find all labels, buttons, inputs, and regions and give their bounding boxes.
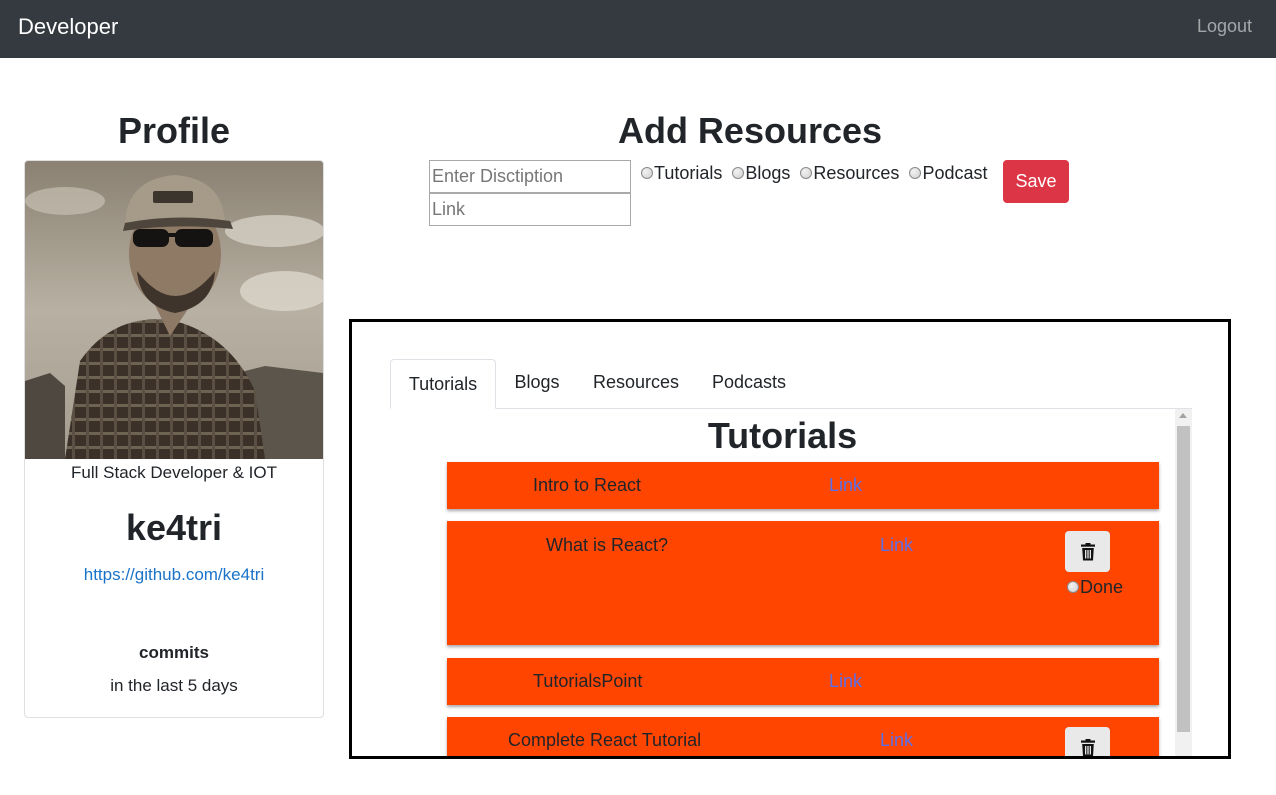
commits-label: commits bbox=[139, 643, 209, 662]
scrollbar[interactable] bbox=[1175, 409, 1192, 756]
radio-podcast[interactable]: Podcast bbox=[909, 163, 987, 184]
description-input[interactable] bbox=[429, 160, 631, 193]
profile-subtitle: Full Stack Developer & IOT bbox=[71, 463, 277, 482]
resource-title: What is React? bbox=[546, 535, 669, 555]
done-label: Done bbox=[1080, 577, 1124, 597]
tab-podcasts[interactable]: Podcasts bbox=[702, 359, 796, 406]
profile-username: ke4tri bbox=[125, 507, 223, 548]
resource-link[interactable]: Link bbox=[880, 730, 913, 751]
resource-title: Complete React Tutorial bbox=[508, 730, 702, 750]
link-input[interactable] bbox=[429, 193, 631, 226]
section-title: Tutorials bbox=[707, 415, 858, 456]
resource-card: What is React? Link Done bbox=[447, 521, 1159, 645]
radio-label: Podcast bbox=[922, 163, 988, 183]
trash-icon bbox=[1080, 542, 1095, 560]
radio-button[interactable] bbox=[732, 166, 745, 179]
trash-icon bbox=[1080, 738, 1095, 756]
brand-link[interactable]: Developer bbox=[18, 14, 118, 40]
radio-label: Resources bbox=[813, 163, 900, 183]
resources-panel: Tutorials Blogs Resources Podcasts Tutor… bbox=[349, 319, 1231, 759]
radio-button[interactable] bbox=[1067, 580, 1079, 593]
tab-blogs[interactable]: Blogs bbox=[504, 359, 570, 406]
resource-card: Complete React Tutorial Link bbox=[447, 717, 1159, 756]
radio-label: Blogs bbox=[745, 163, 791, 183]
delete-button[interactable] bbox=[1065, 531, 1110, 572]
navbar: Developer Logout bbox=[0, 0, 1276, 58]
tab-content: Tutorials Intro to React Link What is Re… bbox=[390, 409, 1192, 756]
profile-card: Full Stack Developer & IOT ke4tri https:… bbox=[24, 160, 324, 718]
resource-card: Intro to React Link bbox=[447, 462, 1159, 509]
resource-card: TutorialsPoint Link bbox=[447, 658, 1159, 705]
github-link[interactable]: https://github.com/ke4tri bbox=[25, 565, 323, 585]
radio-blogs[interactable]: Blogs bbox=[732, 163, 790, 184]
logout-link[interactable]: Logout bbox=[1197, 16, 1252, 37]
radio-button[interactable] bbox=[800, 166, 813, 179]
save-button[interactable]: Save bbox=[1003, 160, 1069, 203]
radio-button[interactable] bbox=[909, 166, 922, 179]
scroll-up-arrow-icon[interactable] bbox=[1179, 413, 1187, 418]
user-photo bbox=[25, 161, 323, 459]
done-radio[interactable]: Done bbox=[1067, 577, 1123, 598]
radio-resources[interactable]: Resources bbox=[800, 163, 899, 184]
tab-tutorials[interactable]: Tutorials bbox=[390, 359, 496, 409]
resource-title: Intro to React bbox=[533, 475, 642, 495]
radio-button[interactable] bbox=[641, 166, 653, 179]
resource-link[interactable]: Link bbox=[880, 535, 913, 556]
resource-link[interactable]: Link bbox=[829, 671, 862, 692]
scroll-thumb[interactable] bbox=[1177, 426, 1190, 732]
resource-title: TutorialsPoint bbox=[533, 671, 643, 691]
radio-tutorials[interactable]: Tutorials bbox=[641, 163, 722, 184]
resource-link[interactable]: Link bbox=[829, 475, 862, 496]
radio-label: Tutorials bbox=[654, 163, 723, 183]
delete-button[interactable] bbox=[1065, 727, 1110, 756]
commits-period: in the last 5 days bbox=[110, 676, 238, 695]
resource-type-radios: Tutorials Blogs Resources Podcast bbox=[641, 163, 997, 184]
tab-resources[interactable]: Resources bbox=[586, 359, 686, 406]
add-resources-title: Add Resources bbox=[617, 110, 883, 151]
profile-title: Profile bbox=[117, 110, 231, 151]
resource-tabs: Tutorials Blogs Resources Podcasts bbox=[390, 359, 1192, 409]
